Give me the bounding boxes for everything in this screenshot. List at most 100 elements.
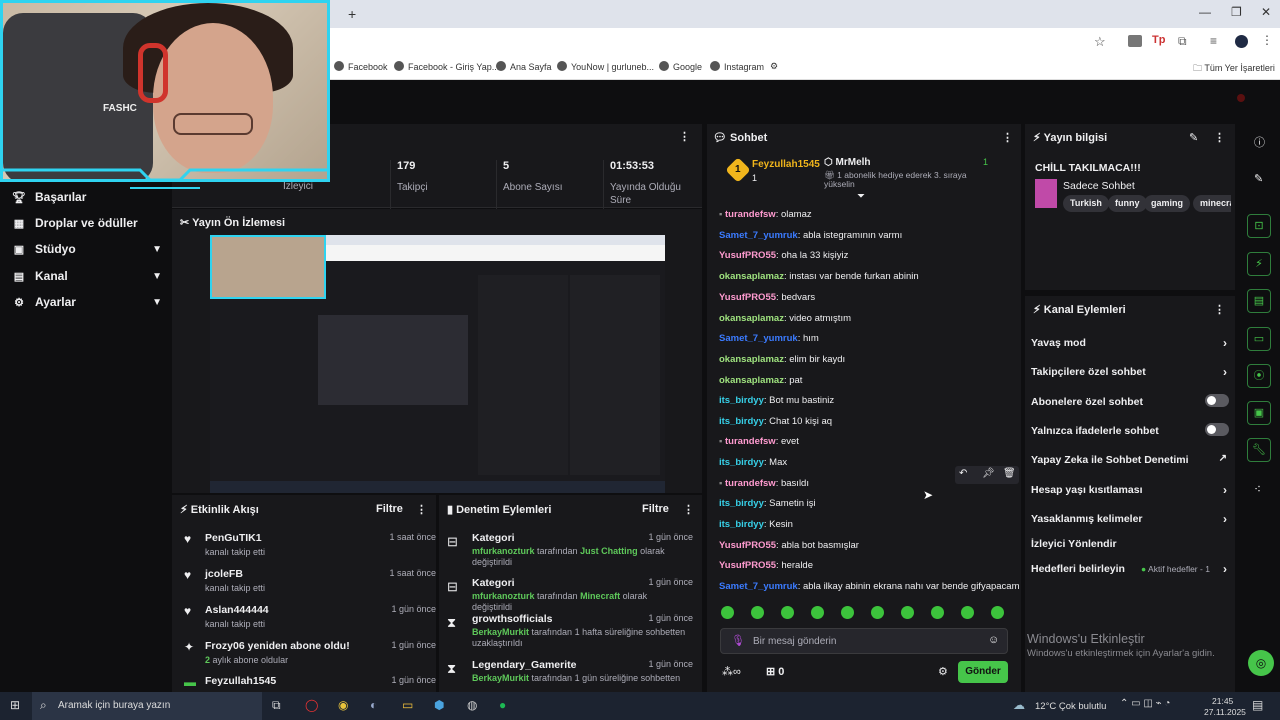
extension-icon[interactable] [1128,35,1142,47]
channel-action-item[interactable]: Hedefleri belirleyin ● Aktif hedefler - 1… [1031,562,1229,576]
collapse-banner-icon[interactable]: ⏷ [857,191,865,202]
minimize-button[interactable]: — [1199,5,1211,19]
emote-icon[interactable] [901,606,914,619]
chat-username[interactable]: its_birdyy [719,498,764,509]
chat-username[interactable]: YusufPRO55 [719,560,776,571]
chat-message[interactable]: ▪ turandefsw: olamaz [719,209,812,220]
chat-message[interactable]: YusufPRO55: heralde [719,560,813,571]
activity-item[interactable]: ▬ Feyzullah1545 1 gün önce [184,675,436,689]
emote-icon[interactable] [871,606,884,619]
chat-message[interactable]: YusufPRO55: abla bot basmışlar [719,540,859,551]
delete-icon[interactable]: 🗑︎ [1003,468,1016,479]
chat-message[interactable]: okansaplamaz: instası var bende furkan a… [719,271,919,282]
puzzle-icon[interactable]: ⧉ [1178,34,1187,49]
channel-action-item[interactable]: Yalnızca ifadelerle sohbet [1031,423,1229,437]
bolt-action-icon[interactable]: ⚡︎ [1247,252,1271,276]
bookmark-item[interactable]: Facebook - Giriş Yap... [394,61,499,72]
channel-points-icon[interactable]: ⁂∞ [722,665,741,678]
activity-menu-kebab-icon[interactable]: ⋮ [416,503,427,516]
file-explorer-icon[interactable]: ▭ [402,698,413,712]
channel-actions-kebab-icon[interactable]: ⋮ [1214,303,1225,316]
menu-kebab-icon[interactable]: ⋮ [1261,33,1273,47]
chat-settings-icon[interactable]: ⚙ [938,665,948,678]
taskbar-search[interactable]: ⌕ Aramak için buraya yazın [32,692,262,720]
new-tab-button[interactable]: + [348,6,356,22]
opera-icon[interactable]: ◯ [305,698,318,712]
notes-icon[interactable]: ▤ [1247,289,1271,313]
chat-message[interactable]: okansaplamaz: elim bir kaydı [719,354,845,365]
profile-avatar[interactable] [1235,35,1248,48]
reply-icon[interactable]: ↶ [959,468,967,479]
toggle-switch[interactable] [1205,423,1229,436]
channel-action-item[interactable]: Yavaş mod › [1031,336,1229,350]
stream-tag[interactable]: funny [1108,195,1147,212]
chat-username[interactable]: Samet_7_yumruk [719,581,798,592]
activity-filter-button[interactable]: Filtre [376,503,403,515]
chat-username[interactable]: Samet_7_yumruk [719,230,798,241]
mod-menu-kebab-icon[interactable]: ⋮ [683,503,694,516]
chat-message[interactable]: ▪ turandefsw: basıldı [719,478,809,489]
obs-icon[interactable]: ◍ [467,698,477,712]
group-icon[interactable]: ⁖ [1254,482,1261,496]
chat-message[interactable]: YusufPRO55: bedvars [719,292,815,303]
tray-icons[interactable]: ⌃ ▭ ◫ ⌁ ◔ [1120,698,1170,709]
chat-message[interactable]: its_birdyy: Kesin [719,519,793,530]
sidebar-item-channel[interactable]: ▤ Kanal ▼ [12,269,162,283]
gear-icon[interactable]: ⚙ [770,61,778,72]
channel-action-item[interactable]: İzleyici Yönlendir [1031,538,1229,550]
media-icon[interactable]: ≡ [1210,34,1217,48]
emote-icon[interactable] [991,606,1004,619]
bookmark-item[interactable]: Ana Sayfa [496,61,552,72]
stats-menu-kebab-icon[interactable]: ⋮ [679,130,690,143]
bookmark-item[interactable]: YouNow | gurluneb... [557,61,654,72]
pin-icon[interactable]: 📌︎ [982,468,995,479]
stream-tag[interactable]: gaming [1144,195,1191,212]
gift-banner-user[interactable]: ⬡ MrMelh [824,157,871,168]
chat-username[interactable]: okansaplamaz [719,313,784,324]
channel-action-item[interactable]: Takipçilere özel sohbet › [1031,365,1229,379]
spotify-icon[interactable]: ● [499,698,506,712]
chat-message[interactable]: ▪ turandefsw: evet [719,436,799,447]
bookmark-item[interactable]: Facebook [334,61,388,72]
emote-icon[interactable] [841,606,854,619]
bookmark-item[interactable]: Google [659,61,702,72]
sidebar-item-studio[interactable]: ▣ Stüdyo ▼ [12,242,162,256]
channel-action-item[interactable]: Yasaklanmış kelimeler › [1031,512,1229,526]
stream-category[interactable]: Sadece Sohbet [1063,180,1135,192]
chat-username[interactable]: its_birdyy [719,416,764,427]
chat-message[interactable]: its_birdyy: Chat 10 kişi aq [719,416,832,427]
close-window-button[interactable]: ✕ [1261,5,1271,19]
chat-message[interactable]: okansaplamaz: pat [719,375,802,386]
clock-date[interactable]: 27.11.2025 [1204,707,1246,717]
wrench-icon[interactable]: 🔧︎ [1247,438,1271,462]
chat-input[interactable]: 🎙︎ Bir mesaj gönderin ☺ [720,628,1008,654]
address-bar[interactable]: ☆ Tp ⧉ ≡ ⋮ [330,28,1280,56]
stream-preview-video[interactable] [210,235,665,493]
broadcast-icon[interactable]: ⦿ [1247,364,1271,388]
stream-tag[interactable]: minecra [1193,195,1231,212]
windows-start-icon[interactable]: ⊞ [10,698,20,712]
notifications-icon[interactable]: ▤ [1252,698,1263,712]
emote-icon[interactable] [751,606,764,619]
chat-username[interactable]: YusufPRO55 [719,540,776,551]
chat-message[interactable]: Samet_7_yumruk: abla istegramının varmı [719,230,902,241]
mod-filter-button[interactable]: Filtre [642,503,669,515]
emote-icon[interactable] [811,606,824,619]
chat-username[interactable]: YusufPRO55 [719,250,776,261]
maximize-button[interactable]: ❐ [1231,5,1242,19]
bookmark-star-icon[interactable]: ☆ [1094,34,1106,50]
edit-pencil-icon[interactable]: ✎ [1189,131,1198,144]
points-balance[interactable]: ⊞ 0 [766,665,784,678]
task-view-icon[interactable]: ⧉ [272,698,281,713]
weather-text[interactable]: 12°C Çok bulutlu [1035,701,1106,712]
emote-icon[interactable] [931,606,944,619]
toggle-switch[interactable] [1205,394,1229,407]
channel-action-item[interactable]: Hesap yaşı kısıtlaması › [1031,483,1229,497]
chat-message[interactable]: okansaplamaz: video atmıştım [719,313,851,324]
clock-time[interactable]: 21:45 [1212,696,1233,706]
chat-username[interactable]: turandefsw [725,436,776,447]
chat-menu-kebab-icon[interactable]: ⋮ [1002,131,1013,144]
steam-icon[interactable]: ◐ [370,698,377,712]
stream-info-kebab-icon[interactable]: ⋮ [1214,131,1225,144]
channel-action-item[interactable]: Abonelere özel sohbet [1031,394,1229,408]
